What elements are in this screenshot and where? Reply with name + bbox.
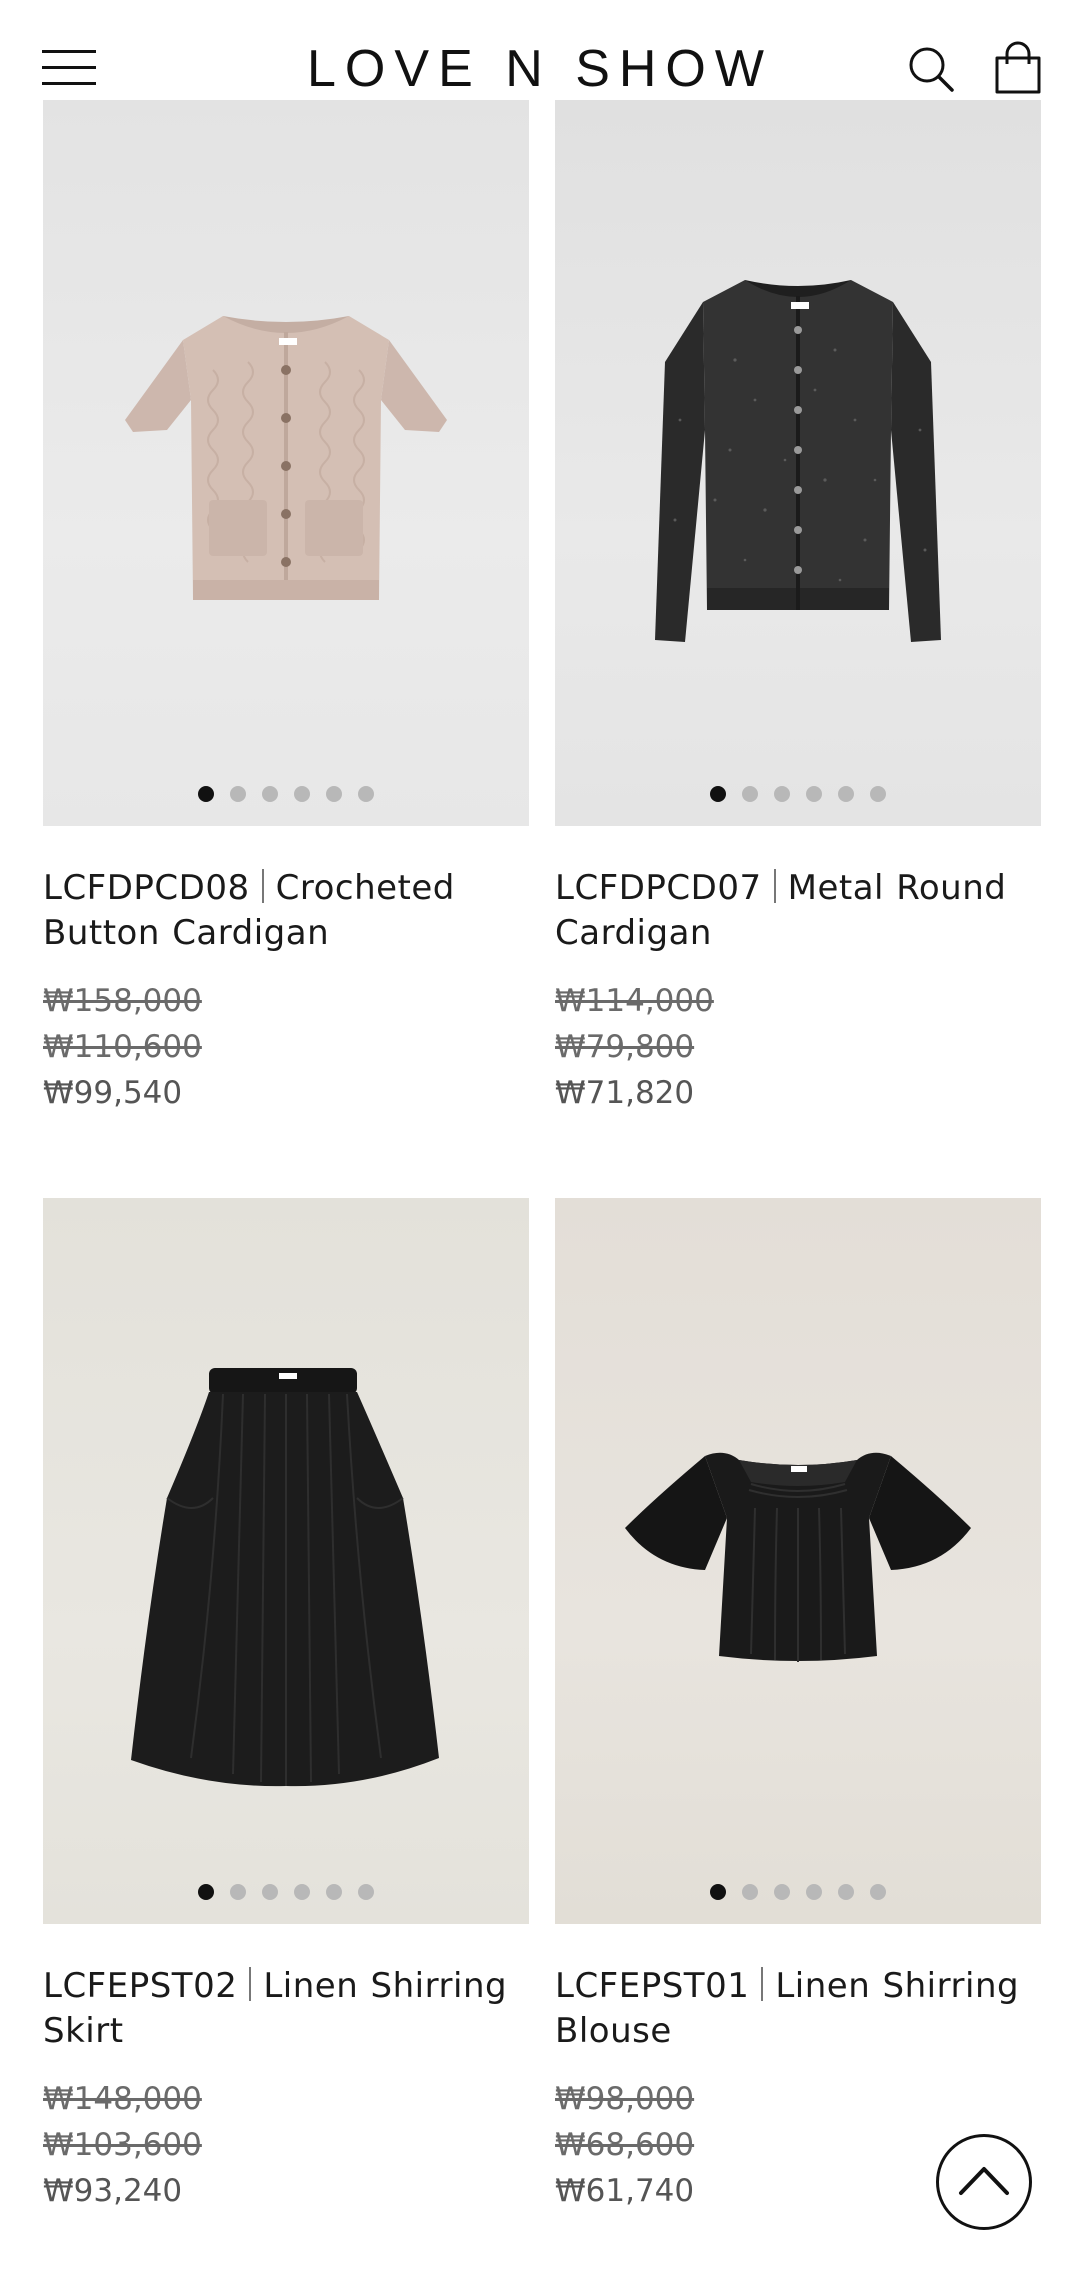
product-name[interactable]: LCFEPST02 Linen Shirring Skirt bbox=[43, 1964, 529, 2054]
original-price: ₩114,000 bbox=[555, 983, 714, 1019]
brand-logo[interactable]: LOVE N SHOW bbox=[290, 36, 790, 100]
carousel-dot[interactable] bbox=[742, 1884, 758, 1900]
carousel-dot[interactable] bbox=[806, 786, 822, 802]
chevron-up-icon bbox=[959, 2167, 1009, 2195]
carousel-dot[interactable] bbox=[838, 786, 854, 802]
carousel-dot[interactable] bbox=[230, 786, 246, 802]
product-name[interactable]: LCFDPCD07 Metal Round Cardigan bbox=[555, 866, 1041, 956]
carousel-dot[interactable] bbox=[870, 1884, 886, 1900]
carousel-dot[interactable] bbox=[262, 786, 278, 802]
name-separator bbox=[761, 1967, 764, 2001]
product-image[interactable] bbox=[555, 100, 1041, 826]
product-name[interactable]: LCFDPCD08 Crocheted Button Cardigan bbox=[43, 866, 529, 956]
carousel-dot[interactable] bbox=[198, 786, 214, 802]
name-separator bbox=[773, 869, 776, 903]
carousel-dot[interactable] bbox=[710, 786, 726, 802]
product-code: LCFEPST01 bbox=[555, 1966, 750, 2006]
final-price: ₩99,540 bbox=[43, 1075, 183, 1111]
product-image[interactable] bbox=[43, 1198, 529, 1924]
name-separator bbox=[249, 1967, 252, 2001]
image-carousel-dots bbox=[555, 786, 1041, 802]
search-icon[interactable] bbox=[906, 44, 956, 94]
carousel-dot[interactable] bbox=[774, 1884, 790, 1900]
carousel-dot[interactable] bbox=[294, 1884, 310, 1900]
carousel-dot[interactable] bbox=[230, 1884, 246, 1900]
site-header: LOVE N SHOW bbox=[0, 0, 1080, 100]
carousel-dot[interactable] bbox=[806, 1884, 822, 1900]
name-separator bbox=[261, 869, 264, 903]
product-code: LCFDPCD08 bbox=[43, 868, 250, 908]
scroll-to-top-button[interactable] bbox=[936, 2134, 1032, 2230]
carousel-dot[interactable] bbox=[838, 1884, 854, 1900]
image-carousel-dots bbox=[555, 1884, 1041, 1900]
image-carousel-dots bbox=[43, 1884, 529, 1900]
product-prices: ₩158,000 ₩110,600 ₩99,540 bbox=[43, 978, 529, 1116]
product-card[interactable]: LCFDPCD08 Crocheted Button Cardigan ₩158,… bbox=[43, 100, 529, 1116]
product-image[interactable] bbox=[43, 100, 529, 826]
carousel-dot[interactable] bbox=[326, 786, 342, 802]
product-card[interactable]: LCFEPST01 Linen Shirring Blouse ₩98,000 ₩… bbox=[555, 1198, 1041, 2214]
original-price: ₩98,000 bbox=[555, 2081, 695, 2117]
black-linen-skirt-image bbox=[131, 1368, 439, 1787]
final-price: ₩71,820 bbox=[555, 1075, 695, 1111]
shopping-bag-icon[interactable] bbox=[990, 40, 1046, 96]
carousel-dot[interactable] bbox=[262, 1884, 278, 1900]
carousel-dot[interactable] bbox=[294, 786, 310, 802]
discount-price: ₩110,600 bbox=[43, 1029, 202, 1065]
discount-price: ₩79,800 bbox=[555, 1029, 695, 1065]
image-carousel-dots bbox=[43, 786, 529, 802]
carousel-dot[interactable] bbox=[710, 1884, 726, 1900]
carousel-dot[interactable] bbox=[870, 786, 886, 802]
final-price: ₩93,240 bbox=[43, 2173, 183, 2209]
product-image[interactable] bbox=[555, 1198, 1041, 1924]
carousel-dot[interactable] bbox=[198, 1884, 214, 1900]
brand-logo-text: LOVE N SHOW bbox=[307, 40, 773, 98]
product-code: LCFDPCD07 bbox=[555, 868, 762, 908]
product-code: LCFEPST02 bbox=[43, 1966, 238, 2006]
black-linen-blouse-image bbox=[625, 1452, 971, 1662]
carousel-dot[interactable] bbox=[326, 1884, 342, 1900]
carousel-dot[interactable] bbox=[774, 786, 790, 802]
pink-crochet-cardigan-image bbox=[125, 316, 447, 600]
product-listing-page: ₩61,740 LOVE N SHOW bbox=[0, 0, 1080, 2284]
original-price: ₩158,000 bbox=[43, 983, 202, 1019]
carousel-dot[interactable] bbox=[358, 1884, 374, 1900]
black-metal-cardigan-image bbox=[655, 280, 941, 642]
product-card[interactable]: LCFEPST02 Linen Shirring Skirt ₩148,000 ₩… bbox=[43, 1198, 529, 2214]
product-prices: ₩148,000 ₩103,600 ₩93,240 bbox=[43, 2076, 529, 2214]
original-price: ₩148,000 bbox=[43, 2081, 202, 2117]
carousel-dot[interactable] bbox=[358, 786, 374, 802]
product-name[interactable]: LCFEPST01 Linen Shirring Blouse bbox=[555, 1964, 1041, 2054]
carousel-dot[interactable] bbox=[742, 786, 758, 802]
product-prices: ₩114,000 ₩79,800 ₩71,820 bbox=[555, 978, 1041, 1116]
product-card[interactable]: LCFDPCD07 Metal Round Cardigan ₩114,000 ₩… bbox=[555, 100, 1041, 1116]
discount-price: ₩103,600 bbox=[43, 2127, 202, 2163]
hamburger-menu-icon[interactable] bbox=[42, 48, 98, 88]
